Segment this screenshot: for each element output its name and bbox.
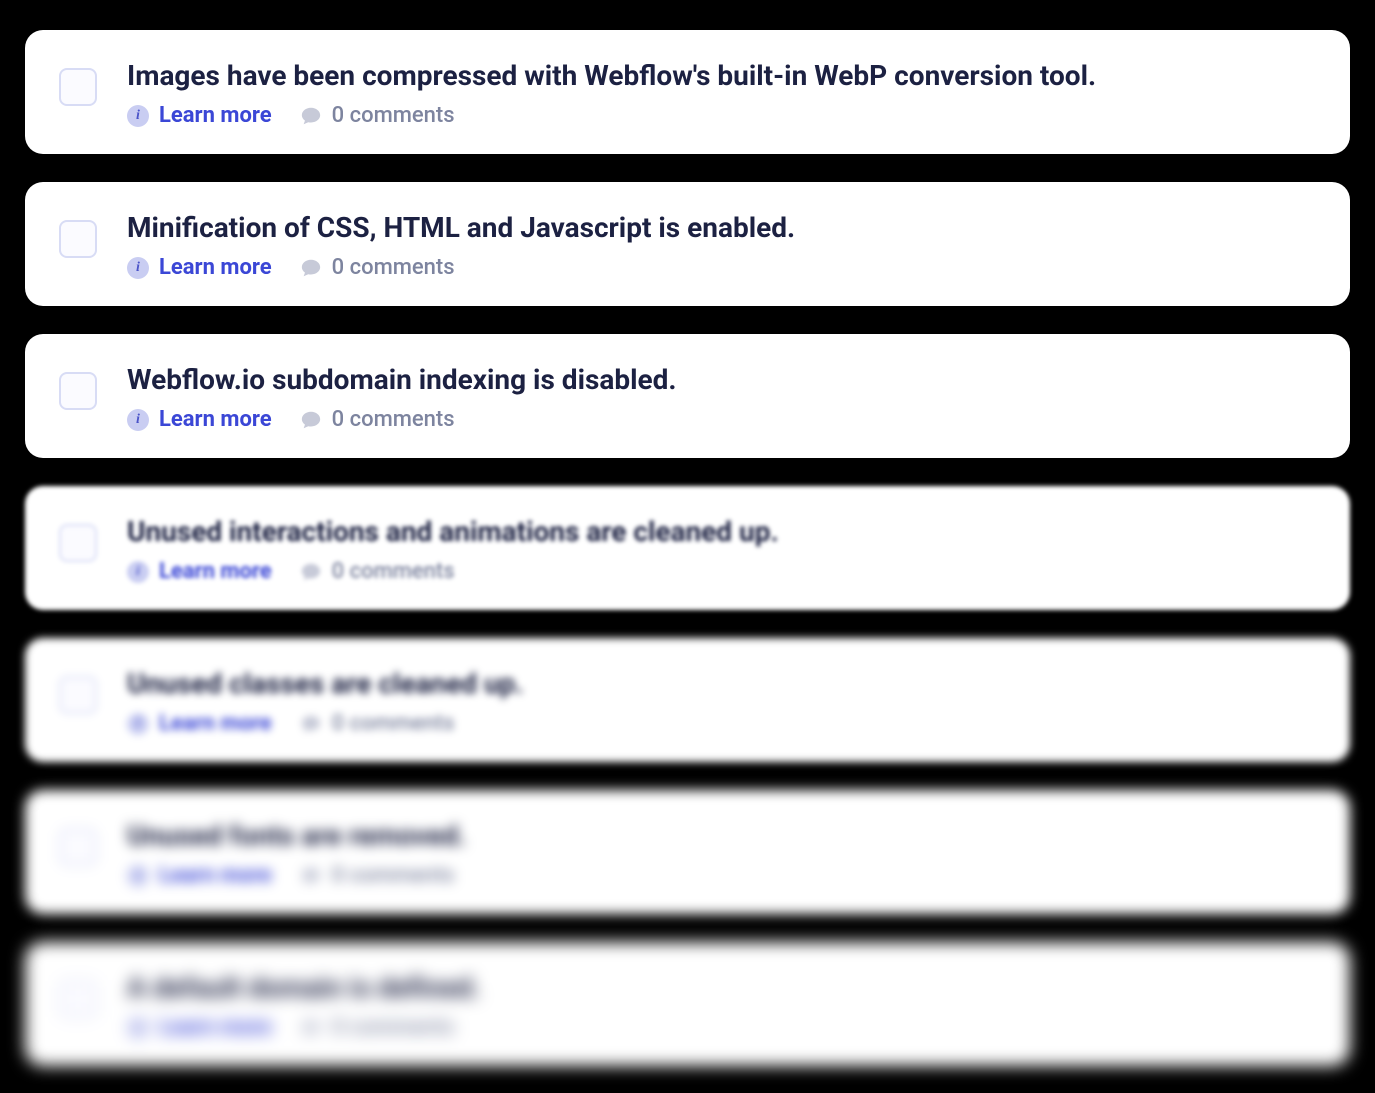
checkbox[interactable] — [59, 68, 97, 106]
info-icon: i — [127, 257, 149, 279]
learn-more-link[interactable]: Learn more — [159, 559, 272, 584]
comments-group[interactable]: 0 comments — [300, 559, 455, 584]
learn-more-group: i Learn more — [127, 103, 272, 128]
checklist-item: A default domain is defined. i Learn mor… — [25, 942, 1350, 1066]
learn-more-link[interactable]: Learn more — [159, 711, 272, 736]
comments-count: 0 comments — [332, 711, 455, 736]
comment-icon — [300, 257, 322, 279]
learn-more-link[interactable]: Learn more — [159, 103, 272, 128]
checklist-item: Unused interactions and animations are c… — [25, 486, 1350, 610]
checkbox[interactable] — [59, 220, 97, 258]
learn-more-group: i Learn more — [127, 559, 272, 584]
learn-more-link[interactable]: Learn more — [159, 255, 272, 280]
checklist-item: Unused fonts are removed. i Learn more 0… — [25, 790, 1350, 914]
comment-icon — [300, 1017, 322, 1039]
item-content: Unused fonts are removed. i Learn more 0… — [127, 818, 466, 888]
item-title: Minification of CSS, HTML and Javascript… — [127, 210, 795, 245]
item-title: Images have been compressed with Webflow… — [127, 58, 1096, 93]
comments-group[interactable]: 0 comments — [300, 863, 455, 888]
item-content: Webflow.io subdomain indexing is disable… — [127, 362, 677, 432]
checkbox[interactable] — [59, 676, 97, 714]
learn-more-group: i Learn more — [127, 863, 272, 888]
comment-icon — [300, 561, 322, 583]
item-title: Webflow.io subdomain indexing is disable… — [127, 362, 677, 397]
checkbox[interactable] — [59, 828, 97, 866]
item-content: A default domain is defined. i Learn mor… — [127, 970, 480, 1040]
item-title: A default domain is defined. — [127, 970, 480, 1005]
info-icon: i — [127, 105, 149, 127]
item-meta: i Learn more 0 comments — [127, 711, 524, 736]
checklist: Images have been compressed with Webflow… — [25, 30, 1350, 1066]
info-icon: i — [127, 561, 149, 583]
comments-group[interactable]: 0 comments — [300, 407, 455, 432]
learn-more-link[interactable]: Learn more — [159, 407, 272, 432]
item-title: Unused interactions and animations are c… — [127, 514, 779, 549]
comments-group[interactable]: 0 comments — [300, 103, 455, 128]
item-content: Unused interactions and animations are c… — [127, 514, 779, 584]
checklist-item: Images have been compressed with Webflow… — [25, 30, 1350, 154]
item-meta: i Learn more 0 comments — [127, 1015, 480, 1040]
comments-count: 0 comments — [332, 863, 455, 888]
learn-more-group: i Learn more — [127, 711, 272, 736]
item-title: Unused fonts are removed. — [127, 818, 466, 853]
comments-group[interactable]: 0 comments — [300, 255, 455, 280]
comments-count: 0 comments — [332, 103, 455, 128]
learn-more-group: i Learn more — [127, 255, 272, 280]
item-content: Minification of CSS, HTML and Javascript… — [127, 210, 795, 280]
item-meta: i Learn more 0 comments — [127, 863, 466, 888]
item-meta: i Learn more 0 comments — [127, 255, 795, 280]
checklist-item: Unused classes are cleaned up. i Learn m… — [25, 638, 1350, 762]
info-icon: i — [127, 865, 149, 887]
comments-count: 0 comments — [332, 1015, 455, 1040]
item-title: Unused classes are cleaned up. — [127, 666, 524, 701]
checkbox[interactable] — [59, 372, 97, 410]
info-icon: i — [127, 1017, 149, 1039]
comments-group[interactable]: 0 comments — [300, 711, 455, 736]
item-content: Images have been compressed with Webflow… — [127, 58, 1096, 128]
learn-more-group: i Learn more — [127, 1015, 272, 1040]
learn-more-link[interactable]: Learn more — [159, 863, 272, 888]
item-meta: i Learn more 0 comments — [127, 407, 677, 432]
comment-icon — [300, 713, 322, 735]
item-meta: i Learn more 0 comments — [127, 559, 779, 584]
comments-count: 0 comments — [332, 559, 455, 584]
checklist-item: Minification of CSS, HTML and Javascript… — [25, 182, 1350, 306]
learn-more-group: i Learn more — [127, 407, 272, 432]
comments-count: 0 comments — [332, 255, 455, 280]
comment-icon — [300, 105, 322, 127]
comment-icon — [300, 409, 322, 431]
comment-icon — [300, 865, 322, 887]
checkbox[interactable] — [59, 524, 97, 562]
info-icon: i — [127, 713, 149, 735]
checkbox[interactable] — [59, 980, 97, 1018]
comments-group[interactable]: 0 comments — [300, 1015, 455, 1040]
item-content: Unused classes are cleaned up. i Learn m… — [127, 666, 524, 736]
checklist-item: Webflow.io subdomain indexing is disable… — [25, 334, 1350, 458]
item-meta: i Learn more 0 comments — [127, 103, 1096, 128]
info-icon: i — [127, 409, 149, 431]
learn-more-link[interactable]: Learn more — [159, 1015, 272, 1040]
comments-count: 0 comments — [332, 407, 455, 432]
